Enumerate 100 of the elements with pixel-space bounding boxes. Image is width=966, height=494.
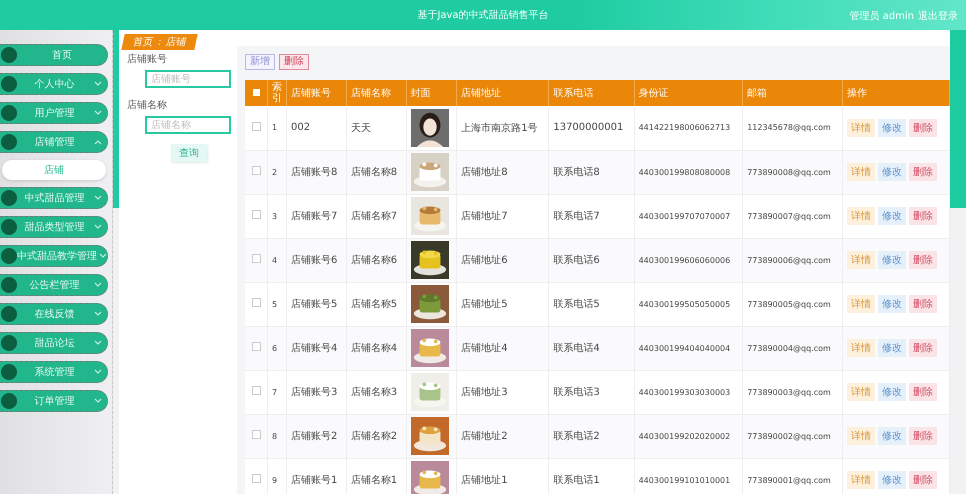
delete-button[interactable]: 删除 — [909, 118, 938, 137]
detail-button[interactable]: 详情 — [847, 339, 876, 357]
checkbox[interactable] — [252, 474, 260, 483]
chevron-icon — [94, 195, 102, 201]
user-label: 管理员 admin — [849, 10, 914, 23]
edit-button[interactable]: 修改 — [878, 251, 906, 269]
delete-button[interactable]: 删除 — [909, 383, 938, 401]
table-cell: 8 — [268, 414, 286, 458]
table-cell: 店铺名称1 — [346, 458, 406, 494]
checkbox[interactable] — [252, 166, 260, 175]
table-cell: 店铺地址8 — [456, 150, 549, 194]
table-cell: 店铺地址4 — [456, 326, 549, 370]
delete-button[interactable]: 删除 — [909, 471, 938, 489]
table-cell: 店铺地址3 — [456, 370, 549, 414]
table-cell: 002 — [286, 106, 346, 150]
search-button[interactable]: 查询 — [171, 144, 207, 162]
table-cell: 联系电话3 — [548, 370, 634, 414]
add-button[interactable]: 新增 — [245, 54, 275, 70]
search-field[interactable]: 店铺账号 — [145, 70, 231, 88]
table-cell: 9 — [268, 458, 286, 494]
table-cell: 联系电话1 — [548, 458, 634, 494]
edit-button[interactable]: 修改 — [878, 163, 906, 181]
checkbox[interactable] — [252, 254, 260, 263]
edit-button[interactable]: 修改 — [878, 383, 906, 401]
checkbox[interactable] — [252, 298, 260, 307]
table-cell: 联系电话7 — [548, 194, 634, 238]
table-cell: 店铺地址6 — [456, 238, 549, 282]
detail-button[interactable]: 详情 — [847, 471, 876, 489]
edit-button[interactable]: 修改 — [878, 427, 906, 445]
detail-button[interactable]: 详情 — [847, 118, 876, 137]
column-header: 封面 — [406, 80, 457, 106]
detail-button[interactable]: 详情 — [847, 251, 876, 269]
menu-item[interactable]: 系统管理 — [0, 361, 108, 383]
table-cell: 773890005@qq.com — [742, 282, 843, 326]
delete-button[interactable]: 删除 — [909, 295, 938, 313]
menu-item[interactable]: 中式甜品管理 — [0, 187, 108, 209]
table-cell: 店铺账号7 — [286, 194, 346, 238]
menu-item[interactable]: 用户管理 — [0, 102, 108, 124]
table-cell: 6 — [268, 326, 286, 370]
edit-button[interactable]: 修改 — [878, 471, 906, 489]
delete-button[interactable]: 删除 — [909, 339, 938, 357]
chevron-icon — [94, 369, 102, 375]
edit-button[interactable]: 修改 — [878, 207, 906, 225]
logout-link[interactable]: 退出登录 — [918, 9, 958, 23]
delete-button[interactable]: 删除 — [909, 251, 938, 269]
delete-button[interactable]: 删除 — [909, 207, 938, 225]
menu-item[interactable]: 订单管理 — [0, 390, 108, 412]
detail-button[interactable]: 详情 — [847, 383, 876, 401]
table-cell: 13700000001 — [548, 106, 634, 150]
detail-button[interactable]: 详情 — [847, 163, 876, 181]
table-cell: 440300199505050005 — [634, 282, 743, 326]
delete-button[interactable]: 删除 — [909, 163, 938, 181]
submenu-item[interactable]: 店铺 — [2, 160, 106, 180]
edit-button[interactable]: 修改 — [878, 295, 906, 313]
checkbox[interactable] — [252, 88, 260, 96]
delete-button[interactable]: 删除 — [279, 54, 309, 70]
table-cell: 联系电话4 — [548, 326, 634, 370]
menu-item[interactable]: 店铺管理 — [0, 131, 108, 153]
chevron-icon — [94, 224, 102, 230]
menu-item[interactable]: 中式甜品教学管理 — [0, 245, 108, 267]
detail-button[interactable]: 详情 — [847, 207, 876, 225]
checkbox[interactable] — [252, 430, 260, 439]
detail-button[interactable]: 详情 — [847, 295, 876, 313]
table-cell: 773890004@qq.com — [742, 326, 843, 370]
column-header: 联系电话 — [548, 80, 634, 106]
table-cell: 773890001@qq.com — [742, 458, 843, 494]
search-field[interactable]: 店铺名称 — [145, 116, 231, 134]
column-header: 身份证 — [634, 80, 743, 106]
checkbox[interactable] — [252, 386, 260, 395]
menu-item[interactable]: 公告栏管理 — [0, 274, 108, 296]
table-cell: 440300199404040004 — [634, 326, 743, 370]
table-cell: 联系电话6 — [548, 238, 634, 282]
menu-item[interactable]: 首页 — [0, 44, 108, 66]
table-cell: 店铺名称3 — [346, 370, 406, 414]
menu-item[interactable]: 甜品论坛 — [0, 332, 108, 354]
detail-button[interactable]: 详情 — [847, 427, 876, 445]
table-cell: 4 — [268, 238, 286, 282]
menu-item[interactable]: 个人中心 — [0, 73, 108, 95]
table-cell: 店铺名称4 — [346, 326, 406, 370]
menu-item[interactable]: 在线反馈 — [0, 303, 108, 325]
table-cell: 440300199202020002 — [634, 414, 743, 458]
edit-button[interactable]: 修改 — [878, 339, 906, 357]
site-title: 基于Java的中式甜品销售平台 — [417, 8, 549, 22]
checkbox[interactable] — [252, 210, 260, 219]
table-cell: 440300199606060006 — [634, 238, 743, 282]
table-cell: 440300199707070007 — [634, 194, 743, 238]
edit-button[interactable]: 修改 — [878, 118, 906, 137]
delete-button[interactable]: 删除 — [909, 427, 938, 445]
checkbox[interactable] — [252, 122, 260, 131]
table-cell: 店铺名称2 — [346, 414, 406, 458]
table-cell: 773890006@qq.com — [742, 238, 843, 282]
table-cell: 1 — [268, 106, 286, 150]
chevron-icon — [94, 398, 102, 404]
table-cell: 773890007@qq.com — [742, 194, 843, 238]
menu-item[interactable]: 甜品类型管理 — [0, 216, 108, 238]
table-cell: 店铺名称8 — [346, 150, 406, 194]
table-cell: 店铺账号8 — [286, 150, 346, 194]
column-header: 店铺账号 — [286, 80, 346, 106]
table-cell: 440300199303030003 — [634, 370, 743, 414]
checkbox[interactable] — [252, 342, 260, 351]
